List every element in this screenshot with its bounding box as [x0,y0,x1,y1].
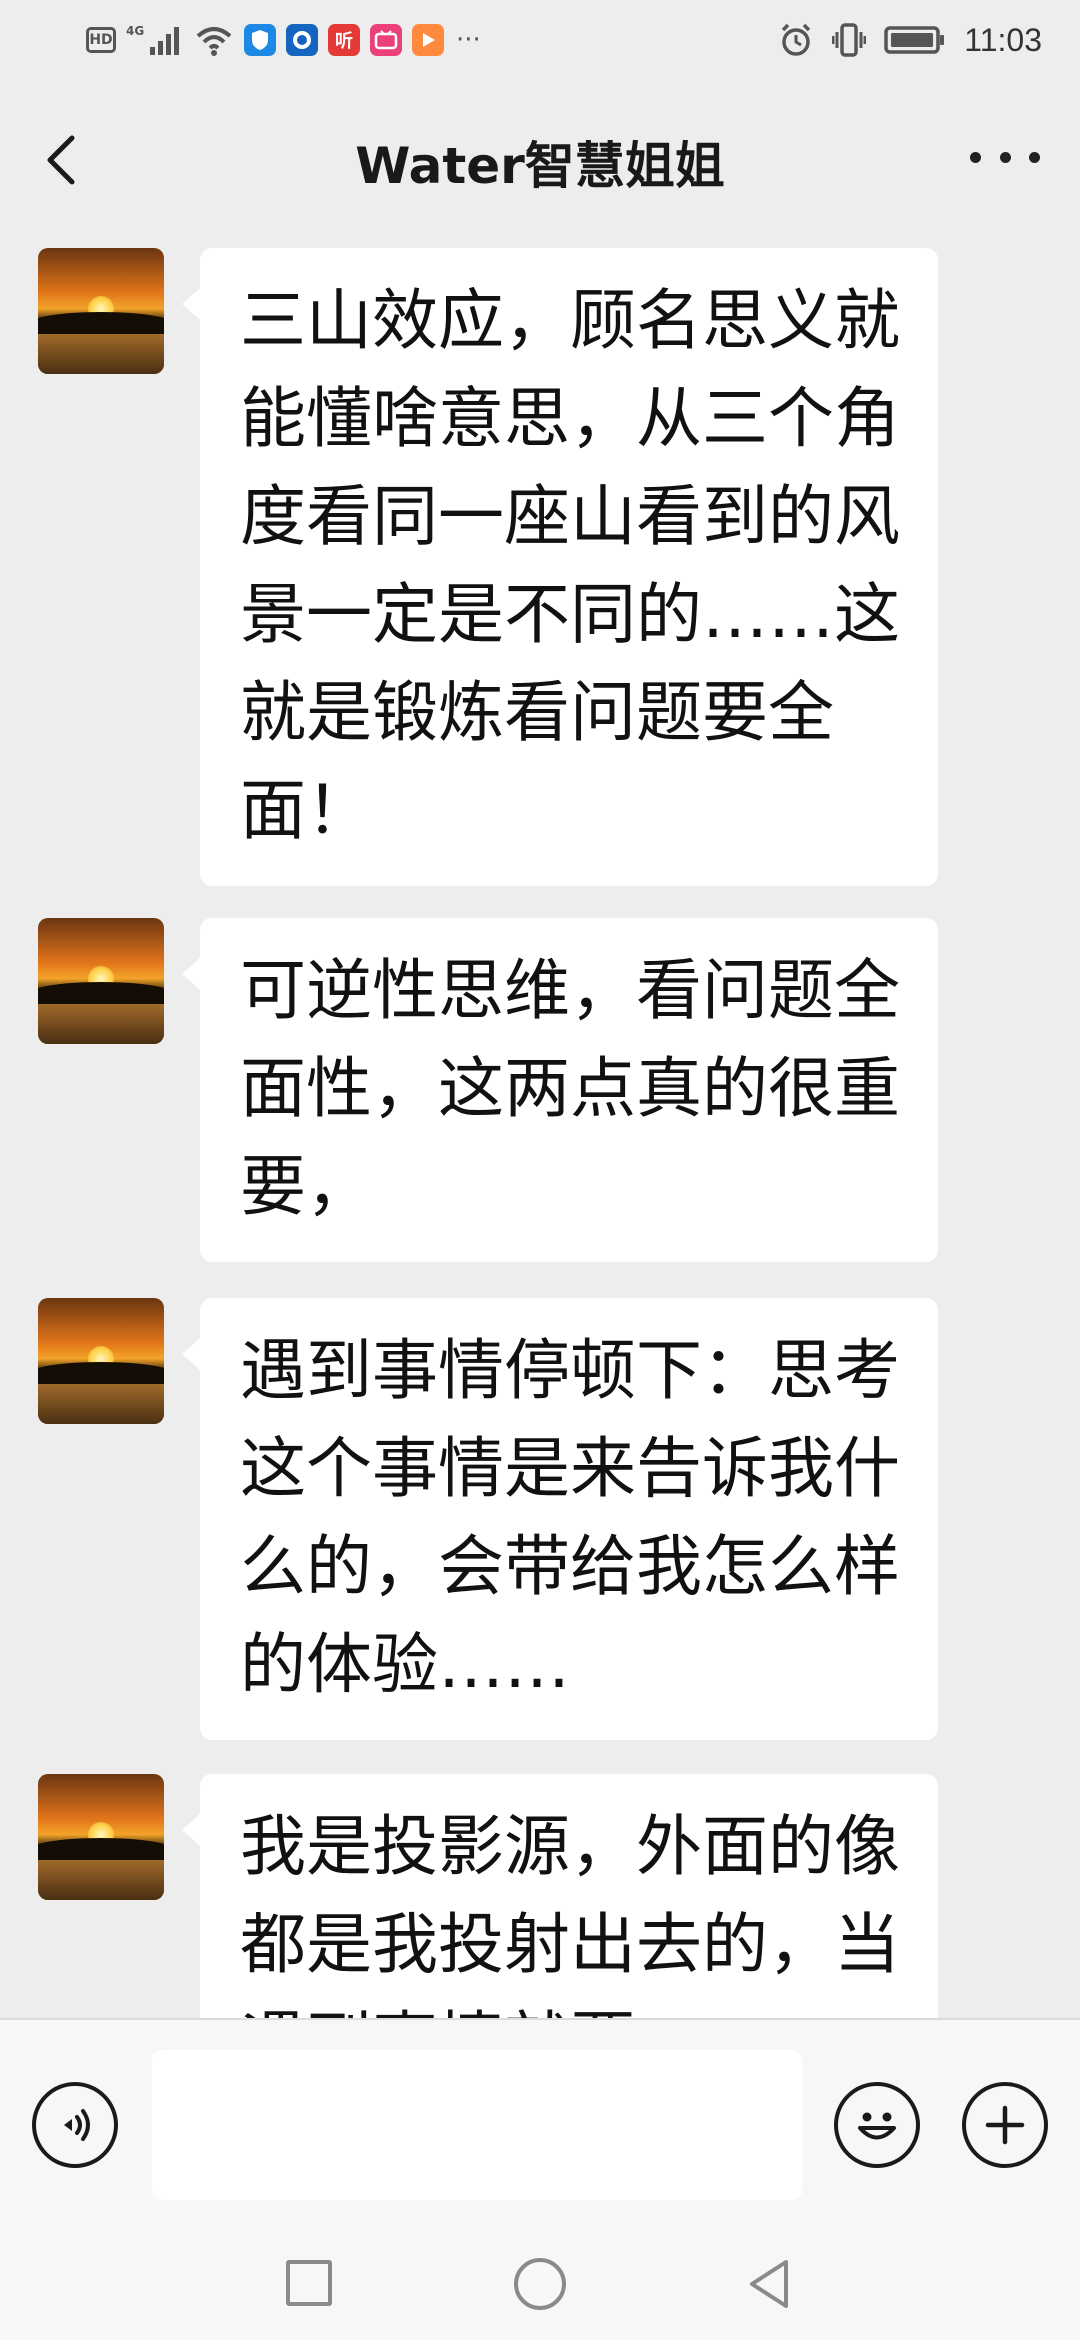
battery-icon [884,25,946,55]
input-bar [0,2018,1080,2230]
contact-avatar[interactable] [38,1298,164,1424]
home-icon[interactable] [514,2258,566,2310]
message-bubble[interactable]: 三山效应，顾名思义就能懂啥意思，从三个角度看同一座山看到的风景一定是不同的……这… [182,248,938,886]
contact-avatar[interactable] [38,1774,164,1900]
more-notifications-icon: ··· [456,25,481,55]
hd-icon: HD [86,27,116,53]
voice-icon [64,2109,90,2141]
status-bar: HD 4G 听 ··· 11:03 [0,0,1080,80]
system-nav-bar [0,2230,1080,2340]
message-input[interactable] [152,2050,802,2200]
more-options-button[interactable] [970,132,1040,182]
listen-app-icon: 听 [328,24,360,56]
alarm-icon [778,22,814,58]
more-dots-icon [999,151,1011,163]
chat-header: Water智慧姐姐 [0,80,1080,232]
emoji-button[interactable] [834,2082,920,2168]
bilibili-app-icon [370,24,402,56]
voice-button[interactable] [32,2082,118,2168]
network-type-label: 4G [126,24,144,38]
vibrate-icon [832,22,867,58]
more-dots-icon [970,151,981,163]
back-button[interactable] [30,118,100,198]
wifi-icon [194,24,234,56]
message-bubble[interactable]: 我是投影源，外面的像都是我投射出去的，当遇到事情就要 [182,1774,938,2018]
browser-app-icon [286,24,318,56]
plus-icon [985,2105,1025,2145]
emoji-icon [858,2112,896,2140]
message-list[interactable]: 三山效应，顾名思义就能懂啥意思，从三个角度看同一座山看到的风景一定是不同的……这… [0,232,1080,2018]
message-bubble[interactable]: 可逆性思维，看问题全面性，这两点真的很重要， [182,918,938,1262]
contact-avatar[interactable] [38,918,164,1044]
status-right-icons: 11:03 [778,18,1042,62]
back-icon[interactable] [744,2256,794,2312]
recent-apps-icon[interactable] [286,2260,332,2306]
chevron-left-icon [47,135,75,185]
more-dots-icon [1029,151,1040,163]
status-left-icons: HD 4G 听 ··· [86,22,481,58]
more-actions-button[interactable] [962,2082,1048,2168]
chat-title: Water智慧姐姐 [355,137,725,195]
signal-icon: 4G [126,23,184,57]
shield-app-icon [244,24,276,56]
message-bubble[interactable]: 遇到事情停顿下：思考这个事情是来告诉我什么的，会带给我怎么样的体验…… [182,1298,938,1740]
clock-time: 11:03 [964,21,1042,58]
video-app-icon [412,24,444,56]
contact-avatar[interactable] [38,248,164,374]
